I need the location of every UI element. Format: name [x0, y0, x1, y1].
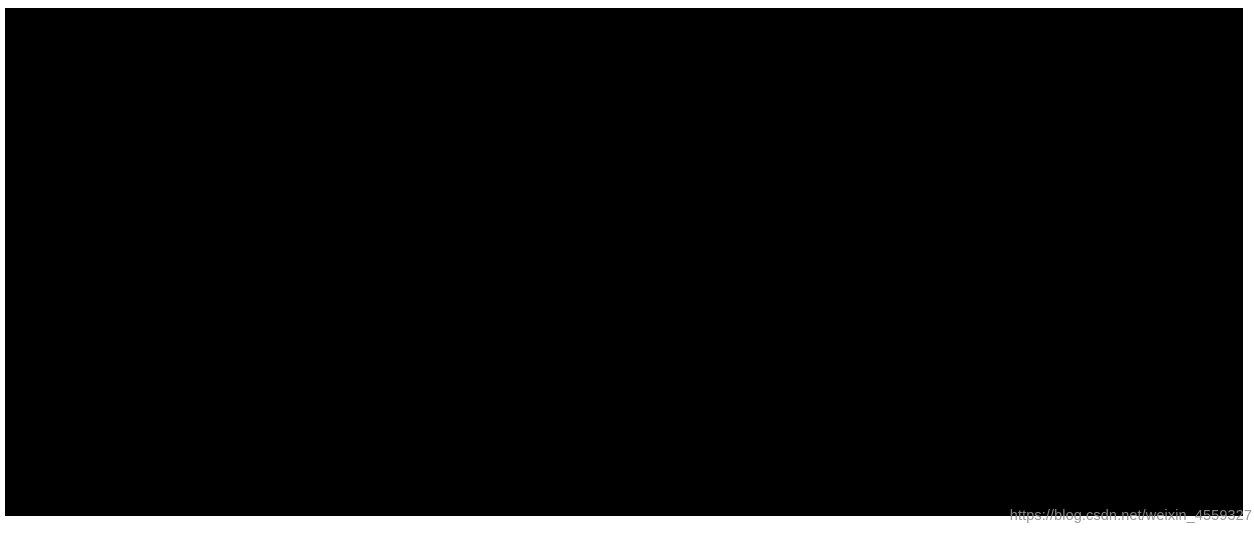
- terminal-output-line: | 1 | SIMPLE | emp | index | NULL | idx_…: [12, 486, 1243, 508]
- table-rule-line: +----+-------------+-------+-------+----…: [12, 33, 1243, 55]
- csdn-watermark: https://blog.csdn.net/weixin_4559327: [1009, 508, 1252, 524]
- terminal-output-line: | id | select_type | table | type | poss…: [12, 443, 1243, 465]
- table-rule-line: +----+-------------+-------+-------+----…: [12, 313, 1243, 335]
- terminal-command-line: mysql>: [12, 184, 1243, 206]
- table-rule-line: +----+-------------+-------+-------+----…: [12, 119, 1243, 141]
- terminal-output-line: | id | select_type | table | type | poss…: [12, 54, 1243, 76]
- terminal-command-line: mysql> explain select id,age from emp or…: [12, 205, 1243, 227]
- terminal-command-line: mysql> explain select id from emp order …: [12, 11, 1243, 33]
- terminal-window[interactable]: mysql> explain select id from emp order …: [5, 8, 1243, 516]
- table-rule-line: +----+-------------+-------+-------+----…: [12, 421, 1243, 443]
- screenshot-root: mysql> explain select id from emp order …: [0, 0, 1254, 533]
- terminal-output-line: 1 row in set (0.00 sec): [12, 141, 1243, 163]
- table-rule-line: +----+-------------+-------+-------+----…: [12, 270, 1243, 292]
- terminal-output-line: | 1 | SIMPLE | emp | index | NULL | idx_…: [12, 292, 1243, 314]
- terminal-command-line: mysql> explain select id,age,salary from…: [12, 400, 1243, 422]
- table-rule-line: +----+-------------+-------+-------+----…: [12, 464, 1243, 486]
- terminal-output: mysql> explain select id from emp order …: [12, 11, 1243, 516]
- terminal-output-line: 1 row in set (0.00 sec): [12, 335, 1243, 357]
- terminal-output-line: | 1 | SIMPLE | emp | index | NULL | idx_…: [12, 97, 1243, 119]
- table-rule-line: +----+-------------+-------+-------+----…: [12, 76, 1243, 98]
- terminal-command-line: mysql>: [12, 378, 1243, 400]
- table-rule-line: +----+-------------+-------+-------+----…: [12, 227, 1243, 249]
- terminal-output-line: | id | select_type | table | type | poss…: [12, 249, 1243, 271]
